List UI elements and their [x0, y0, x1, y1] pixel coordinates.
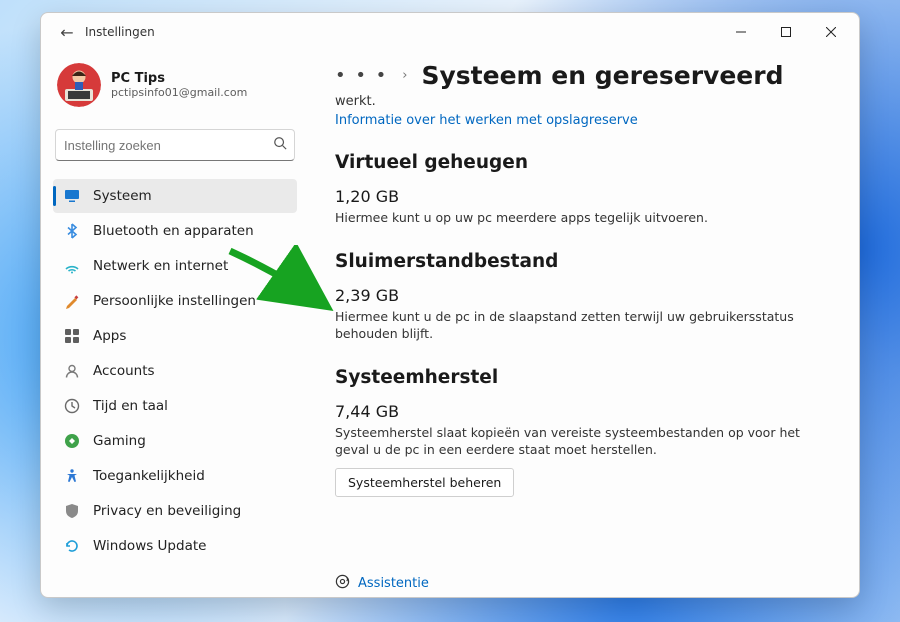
- titlebar: ← Instellingen: [41, 13, 859, 51]
- avatar: [57, 63, 101, 107]
- section-description: Systeemherstel slaat kopieën van vereist…: [335, 425, 833, 459]
- section-heading: Sluimerstandbestand: [335, 251, 833, 272]
- sidebar-item-label: Privacy en beveiliging: [93, 503, 241, 519]
- personalization-icon: [63, 292, 81, 310]
- search-input[interactable]: [56, 138, 266, 153]
- sidebar-item-label: Toegankelijkheid: [93, 468, 205, 484]
- sidebar-item-privacy[interactable]: Privacy en beveiliging: [53, 494, 297, 528]
- time-icon: [63, 397, 81, 415]
- assist-icon: [335, 574, 350, 593]
- section-heading: Systeemherstel: [335, 367, 833, 388]
- section-value: 2,39 GB: [335, 286, 833, 305]
- sidebar-item-apps[interactable]: Apps: [53, 319, 297, 353]
- profile-meta: PC Tips pctipsinfo01@gmail.com: [111, 71, 247, 99]
- sidebar-item-label: Persoonlijke instellingen: [93, 293, 256, 309]
- sidebar-item-label: Systeem: [93, 188, 152, 204]
- settings-window: ← Instellingen: [40, 12, 860, 598]
- profile-block[interactable]: PC Tips pctipsinfo01@gmail.com: [53, 57, 297, 117]
- page-title: Systeem en gereserveerd: [422, 61, 784, 90]
- sidebar-item-label: Netwerk en internet: [93, 258, 228, 274]
- gaming-icon: [63, 432, 81, 450]
- update-icon: [63, 537, 81, 555]
- privacy-icon: [63, 502, 81, 520]
- sidebar: PC Tips pctipsinfo01@gmail.com Systeem: [41, 51, 309, 597]
- profile-name: PC Tips: [111, 71, 247, 86]
- bluetooth-icon: [63, 222, 81, 240]
- breadcrumb-overflow[interactable]: • • •: [335, 67, 388, 85]
- section-value: 7,44 GB: [335, 402, 833, 421]
- sidebar-item-label: Bluetooth en apparaten: [93, 223, 254, 239]
- sidebar-item-network[interactable]: Netwerk en internet: [53, 249, 297, 283]
- sidebar-item-bluetooth[interactable]: Bluetooth en apparaten: [53, 214, 297, 248]
- apps-icon: [63, 327, 81, 345]
- search-icon: [266, 136, 294, 154]
- nav-list: Systeem Bluetooth en apparaten Netwerk e…: [53, 179, 297, 563]
- sidebar-item-system[interactable]: Systeem: [53, 179, 297, 213]
- section-virtual-memory: Virtueel geheugen 1,20 GB Hiermee kunt u…: [335, 152, 833, 227]
- section-heading: Virtueel geheugen: [335, 152, 833, 173]
- sidebar-item-label: Apps: [93, 328, 126, 344]
- accessibility-icon: [63, 467, 81, 485]
- sidebar-item-personalization[interactable]: Persoonlijke instellingen: [53, 284, 297, 318]
- manage-system-restore-button[interactable]: Systeemherstel beheren: [335, 468, 514, 497]
- app-title: Instellingen: [85, 25, 155, 39]
- section-hibernation: Sluimerstandbestand 2,39 GB Hiermee kunt…: [335, 251, 833, 343]
- content-area: • • • › Systeem en gereserveerd werkt. I…: [309, 51, 859, 597]
- section-description: Hiermee kunt u de pc in de slaapstand ze…: [335, 309, 833, 343]
- sidebar-item-label: Gaming: [93, 433, 146, 449]
- window-controls: [718, 16, 853, 48]
- sidebar-item-accounts[interactable]: Accounts: [53, 354, 297, 388]
- accounts-icon: [63, 362, 81, 380]
- section-system-restore: Systeemherstel 7,44 GB Systeemherstel sl…: [335, 367, 833, 498]
- sidebar-item-label: Windows Update: [93, 538, 206, 554]
- network-icon: [63, 257, 81, 275]
- sidebar-item-time[interactable]: Tijd en taal: [53, 389, 297, 423]
- sidebar-item-label: Accounts: [93, 363, 155, 379]
- assist-link[interactable]: Assistentie: [335, 574, 429, 593]
- sidebar-item-label: Tijd en taal: [93, 398, 168, 414]
- close-button[interactable]: [808, 16, 853, 48]
- sidebar-item-update[interactable]: Windows Update: [53, 529, 297, 563]
- sidebar-item-accessibility[interactable]: Toegankelijkheid: [53, 459, 297, 493]
- truncated-prev-text: werkt.: [335, 94, 833, 109]
- profile-email: pctipsinfo01@gmail.com: [111, 86, 247, 99]
- storage-reserve-link[interactable]: Informatie over het werken met opslagres…: [335, 113, 638, 128]
- section-value: 1,20 GB: [335, 187, 833, 206]
- back-button[interactable]: ←: [53, 23, 81, 42]
- maximize-button[interactable]: [763, 16, 808, 48]
- breadcrumb: • • • › Systeem en gereserveerd: [335, 61, 833, 90]
- sidebar-item-gaming[interactable]: Gaming: [53, 424, 297, 458]
- search-box[interactable]: [55, 129, 295, 161]
- minimize-button[interactable]: [718, 16, 763, 48]
- assist-label: Assistentie: [358, 576, 429, 591]
- system-icon: [63, 187, 81, 205]
- section-description: Hiermee kunt u op uw pc meerdere apps te…: [335, 210, 833, 227]
- chevron-right-icon: ›: [402, 68, 407, 83]
